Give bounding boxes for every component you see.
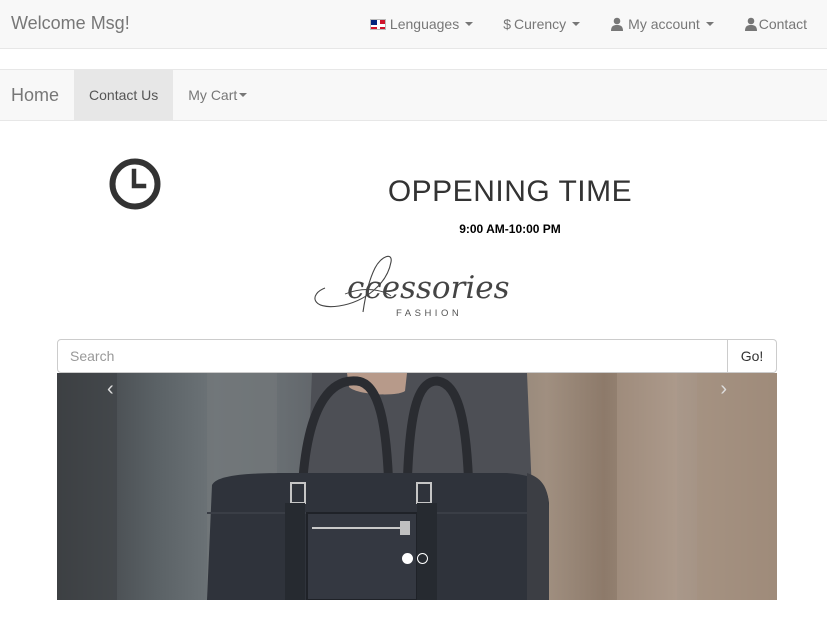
svg-text:FASHION: FASHION	[396, 308, 462, 319]
my-cart-label: My Cart	[188, 87, 238, 103]
handbag-image	[57, 373, 777, 600]
caret-down-icon	[239, 93, 248, 97]
main-navbar: Home Contact Us My Cart	[0, 69, 827, 121]
search-bar: Go!	[57, 339, 777, 373]
contact-us-tab[interactable]: Contact Us	[74, 70, 174, 120]
carousel-next-control[interactable]: ›	[720, 378, 727, 401]
top-navbar: Welcome Msg! Lenguages $ Curency My acco…	[0, 0, 827, 49]
caret-down-icon	[465, 22, 474, 26]
accessories-fashion-logo: ccessories FASHION	[314, 255, 510, 319]
languages-dropdown[interactable]: Lenguages	[355, 0, 488, 48]
user-icon	[744, 17, 757, 31]
home-link[interactable]: Home	[0, 70, 74, 120]
carousel-indicators	[402, 553, 428, 564]
my-account-dropdown[interactable]: My account	[595, 0, 729, 48]
my-account-label: My account	[628, 16, 700, 32]
carousel-indicator-1[interactable]	[402, 553, 413, 564]
user-icon	[611, 17, 624, 31]
opening-time-title: OPPENING TIME	[387, 175, 633, 208]
uk-flag-icon	[369, 18, 386, 30]
contact-link[interactable]: Contact	[729, 0, 827, 48]
carousel-prev-control[interactable]: ‹	[107, 378, 114, 401]
currency-label: Curency	[514, 16, 567, 32]
svg-text:ccessories: ccessories	[347, 270, 510, 306]
clock-icon	[109, 158, 161, 210]
search-go-button[interactable]: Go!	[728, 339, 777, 373]
languages-label: Lenguages	[389, 16, 460, 32]
caret-down-icon	[705, 22, 714, 26]
brand-welcome-message[interactable]: Welcome Msg!	[11, 13, 130, 34]
carousel-indicator-2[interactable]	[417, 553, 428, 564]
image-carousel[interactable]: ‹ ›	[57, 373, 777, 600]
currency-dropdown[interactable]: $ Curency	[488, 0, 595, 48]
top-nav-links: Lenguages $ Curency My account Contact	[355, 0, 827, 48]
my-cart-dropdown[interactable]: My Cart	[173, 70, 262, 120]
contact-label: Contact	[758, 16, 807, 32]
caret-down-icon	[572, 22, 581, 26]
search-input[interactable]	[57, 339, 728, 373]
dollar-icon: $	[503, 16, 512, 32]
opening-hours: 9:00 AM-10:00 PM	[459, 222, 561, 236]
